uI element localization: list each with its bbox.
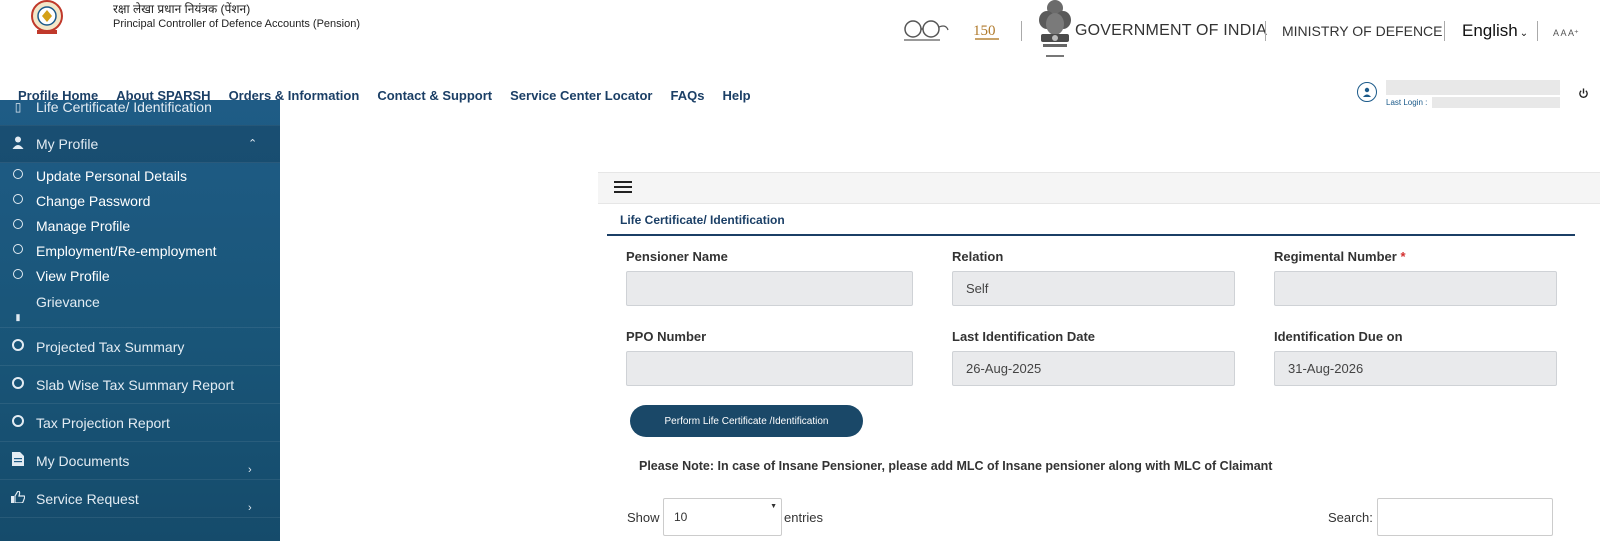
- circle-bullet-icon: [11, 269, 25, 282]
- sidebar-item-label: Employment/Re-employment: [36, 242, 217, 259]
- government-of-india-title: GOVERNMENT OF INDIA: [1075, 22, 1267, 39]
- relation-field[interactable]: Self: [952, 271, 1235, 306]
- relation-label: Relation: [952, 249, 1004, 264]
- nav-faqs[interactable]: FAQs: [670, 88, 704, 108]
- thumbs-up-icon: [11, 490, 26, 506]
- sidebar-item-update-personal-details[interactable]: Update Personal Details: [0, 163, 280, 188]
- content-toolbar: [598, 172, 1600, 204]
- sidebar-item-slab-wise-tax-summary-report[interactable]: Slab Wise Tax Summary Report: [0, 366, 280, 404]
- main-navigation: Profile Home About SPARSH Orders & Infor…: [18, 88, 769, 108]
- sidebar-item-label: Projected Tax Summary: [36, 338, 185, 355]
- nav-profile-home[interactable]: Profile Home: [18, 88, 98, 108]
- nav-about-sparsh[interactable]: About SPARSH: [116, 88, 210, 108]
- chevron-up-icon: ⌃: [248, 138, 258, 150]
- pensioner-name-field[interactable]: [626, 271, 913, 306]
- hamburger-menu-icon[interactable]: [614, 181, 632, 195]
- sidebar-item-label: Manage Profile: [36, 217, 131, 234]
- search-label: Search:: [1328, 510, 1373, 525]
- sidebar-item-manage-profile[interactable]: Manage Profile: [0, 213, 280, 238]
- identification-due-on-label: Identification Due on: [1274, 329, 1403, 344]
- ppo-number-label: PPO Number: [626, 329, 707, 344]
- anniversary-150-logo: 150: [973, 20, 1003, 49]
- grievance-icon: ▮: [15, 312, 21, 322]
- header-divider: [1265, 21, 1266, 41]
- logout-power-icon[interactable]: [1578, 88, 1589, 102]
- regimental-number-label: Regimental Number *: [1274, 249, 1406, 264]
- sidebar-item-change-password[interactable]: Change Password: [0, 188, 280, 213]
- nav-orders-information[interactable]: Orders & Information: [229, 88, 360, 108]
- sidebar-item-label: My Documents: [36, 452, 130, 469]
- chevron-right-icon: ›: [248, 502, 252, 514]
- org-name-english: Principal Controller of Defence Accounts…: [113, 18, 361, 30]
- ppo-number-field[interactable]: [626, 351, 913, 386]
- sidebar-item-label: My Profile: [36, 135, 99, 152]
- entries-per-page-select[interactable]: 10 ▼: [663, 498, 782, 536]
- pensioner-name-label: Pensioner Name: [626, 249, 728, 264]
- show-label: Show: [627, 510, 660, 525]
- sidebar-item-view-profile[interactable]: View Profile: [0, 263, 280, 288]
- required-mark: *: [1400, 249, 1406, 264]
- sidebar: ▯ Life Certificate/ Identification My Pr…: [0, 100, 280, 541]
- insane-pensioner-note: Please Note: In case of Insane Pensioner…: [639, 459, 1273, 473]
- circle-bullet-icon: [11, 244, 25, 257]
- sidebar-item-my-profile[interactable]: My Profile ⌃: [0, 125, 280, 163]
- last-login-label: Last Login :: [1386, 98, 1428, 107]
- user-icon[interactable]: [1357, 82, 1377, 102]
- org-name-hindi: रक्षा लेखा प्रधान नियंत्रक (पेंशन): [113, 2, 251, 16]
- svg-text:150: 150: [973, 23, 996, 39]
- sidebar-item-tax-projection-report[interactable]: Tax Projection Report: [0, 404, 280, 442]
- section-divider: [607, 234, 1575, 236]
- circle-icon: [11, 339, 25, 354]
- last-login-value-placeholder: [1432, 97, 1560, 108]
- caret-down-icon: ▼: [770, 503, 777, 510]
- chevron-right-icon: ›: [248, 464, 252, 476]
- last-identification-date-field[interactable]: 26-Aug-2025: [952, 351, 1235, 386]
- sidebar-item-grievance[interactable]: ▮ Grievance: [0, 288, 280, 328]
- national-emblem: [1036, 0, 1074, 69]
- regimental-number-field[interactable]: [1274, 271, 1557, 306]
- sidebar-item-label: Slab Wise Tax Summary Report: [36, 376, 235, 393]
- header-divider: [1021, 21, 1022, 41]
- nav-contact-support[interactable]: Contact & Support: [377, 88, 492, 108]
- circle-bullet-icon: [11, 219, 25, 232]
- swachh-bharat-logo: [900, 18, 950, 47]
- table-search-input[interactable]: [1377, 498, 1553, 536]
- language-label: English: [1462, 21, 1518, 40]
- circle-icon: [11, 377, 25, 392]
- sidebar-item-employment-reemployment[interactable]: Employment/Re-employment: [0, 238, 280, 263]
- circle-bullet-icon: [11, 194, 25, 207]
- language-selector[interactable]: English ⌄: [1462, 21, 1528, 41]
- ministry-title: MINISTRY OF DEFENCE: [1282, 23, 1443, 39]
- sidebar-item-label: Tax Projection Report: [36, 414, 170, 431]
- user-name-placeholder: [1386, 80, 1560, 95]
- sidebar-item-label: Update Personal Details: [36, 167, 187, 184]
- entries-label: entries: [784, 510, 824, 525]
- perform-life-certificate-button[interactable]: Perform Life Certificate /Identification: [630, 405, 863, 437]
- document-icon: [11, 452, 25, 469]
- identification-due-on-field[interactable]: 31-Aug-2026: [1274, 351, 1557, 386]
- font-size-controls[interactable]: A A A⁺: [1553, 28, 1579, 39]
- sidebar-item-label: Service Request: [36, 490, 139, 507]
- nav-help[interactable]: Help: [722, 88, 750, 108]
- chevron-down-icon: ⌄: [1519, 28, 1529, 39]
- sidebar-item-projected-tax-summary[interactable]: Projected Tax Summary: [0, 328, 280, 366]
- sidebar-item-label: Grievance: [36, 294, 100, 310]
- last-identification-date-label: Last Identification Date: [952, 329, 1096, 344]
- sidebar-item-label: Change Password: [36, 192, 151, 209]
- user-icon: [11, 136, 25, 152]
- nav-service-center-locator[interactable]: Service Center Locator: [510, 88, 652, 108]
- header-divider: [1444, 21, 1445, 41]
- sidebar-item-label: View Profile: [36, 267, 110, 284]
- entries-value: 10: [674, 510, 688, 524]
- header-divider: [1537, 21, 1538, 41]
- sidebar-item-service-request[interactable]: Service Request ›: [0, 480, 280, 518]
- circle-icon: [11, 415, 25, 430]
- circle-bullet-icon: [11, 169, 25, 182]
- pcda-logo: [24, 0, 70, 36]
- section-title: Life Certificate/ Identification: [620, 213, 785, 227]
- sidebar-item-my-documents[interactable]: My Documents ›: [0, 442, 280, 480]
